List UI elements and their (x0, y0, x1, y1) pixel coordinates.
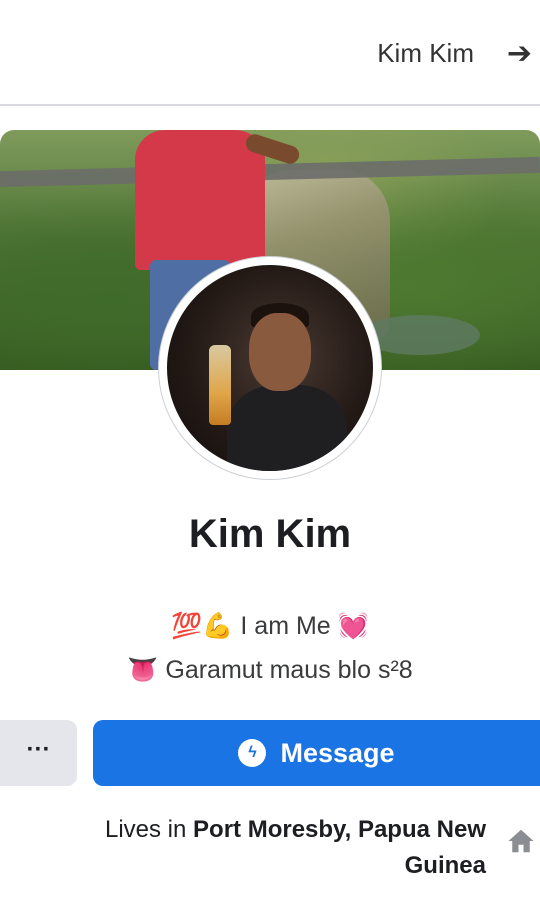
profile-picture[interactable] (159, 257, 381, 479)
avatar (167, 265, 373, 471)
profile-name: Kim Kim (188, 512, 352, 556)
more-options-button[interactable]: ··· (0, 720, 77, 786)
avatar-body (227, 385, 347, 471)
avatar-face (249, 313, 311, 391)
lives-in-row: Lives in Port Moresby, Papua New Guinea (24, 812, 486, 884)
avatar-bottle (209, 345, 231, 425)
header-divider (0, 104, 540, 106)
bio-line-1: 💯💪 I am Me 💓 (171, 612, 369, 640)
messenger-icon: ϟ (238, 739, 267, 767)
home-icon (508, 829, 534, 853)
lives-in-prefix: Lives in (104, 816, 194, 843)
lives-in-location[interactable]: Port Moresby, Papua New Guinea (193, 816, 486, 879)
top-bar: Kim Kim ➔ (0, 0, 540, 104)
message-button[interactable]: ϟ Message (93, 720, 540, 786)
cover-person-shirt (135, 130, 265, 270)
bio-line-2: 👅 Garamut maus blo s²8 (127, 656, 413, 684)
arrow-icon[interactable]: ➔ (507, 36, 532, 71)
header-title: Kim Kim (377, 38, 474, 68)
message-button-label: Message (280, 737, 395, 768)
